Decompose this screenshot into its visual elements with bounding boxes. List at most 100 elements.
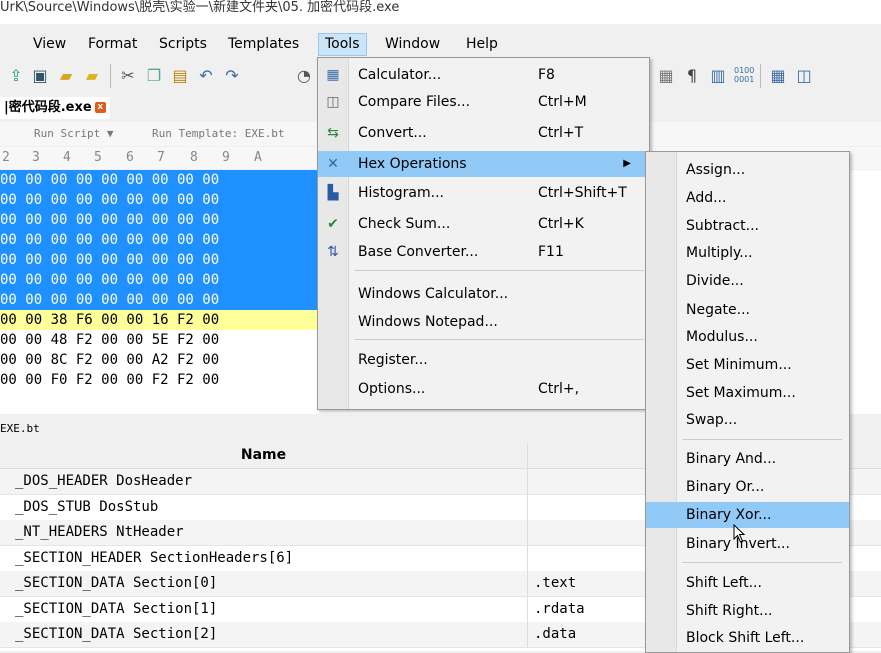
hex-column-label: 9: [222, 150, 230, 165]
menu-item-label: Add...: [686, 190, 727, 206]
hex-operation-item[interactable]: Swap...: [646, 407, 849, 433]
save-icon[interactable]: ▣: [30, 66, 50, 86]
name-column-header[interactable]: Name: [0, 443, 528, 468]
menu-item-label: Divide...: [686, 273, 744, 289]
tools-menu-item[interactable]: ▦ Calculator... F8: [318, 62, 649, 88]
base-converter-icon: ⇅: [327, 244, 339, 260]
calculator-icon[interactable]: ▦: [768, 66, 788, 86]
tools-menu-item[interactable]: ⇆ Convert... Ctrl+T: [318, 120, 649, 146]
hex-column-label: A: [254, 150, 262, 165]
template-name: EXE.bt: [0, 422, 40, 435]
hex-row[interactable]: 00 00 48 F2 00 00 5E F2 00: [0, 330, 330, 350]
compare-icon: ◫: [326, 94, 340, 110]
open-folder-icon[interactable]: ▰: [56, 66, 76, 86]
menu-item-label: Subtract...: [686, 218, 760, 234]
hex-operation-item[interactable]: Multiply...: [646, 240, 849, 266]
hex-column-label: 2: [2, 150, 10, 165]
hex-operation-item[interactable]: Divide...: [646, 268, 849, 294]
hex-row[interactable]: 00 00 00 00 00 00 00 00 00: [0, 250, 330, 270]
tools-menu-item[interactable]: ▙ Histogram... Ctrl+Shift+T: [318, 180, 649, 206]
hex-operation-item[interactable]: Shift Left...: [646, 570, 849, 596]
find-icon[interactable]: ◔: [294, 66, 314, 86]
cut-icon[interactable]: ✂: [118, 66, 138, 86]
hex-operation-item[interactable]: Set Maximum...: [646, 380, 849, 406]
menu-item-shortcut: Ctrl+K: [538, 216, 584, 232]
hex-operation-item[interactable]: Binary Invert...: [646, 531, 849, 557]
compare-icon[interactable]: ◫: [794, 66, 814, 86]
toolbar-separator: [760, 64, 761, 88]
menu-templates[interactable]: Templates: [222, 34, 305, 55]
window-title: UrK\Source\Windows\脱壳\实验一\新建文件夹\05. 加密代码…: [0, 0, 400, 15]
hex-row[interactable]: 00 00 00 00 00 00 00 00 00: [0, 230, 330, 250]
menu-help[interactable]: Help: [460, 34, 504, 55]
hex-row[interactable]: 00 00 00 00 00 00 00 00 00: [0, 270, 330, 290]
calculator-icon: ▦: [326, 67, 340, 83]
hex-operation-item[interactable]: Binary Or...: [646, 474, 849, 500]
hex-row[interactable]: 00 00 00 00 00 00 00 00 00: [0, 170, 330, 190]
close-icon[interactable]: x: [94, 102, 106, 113]
row-name: _DOS_STUB DosStub: [15, 498, 159, 515]
hex-operation-item[interactable]: Set Minimum...: [646, 352, 849, 378]
hex-row[interactable]: 00 00 8C F2 00 00 A2 F2 00: [0, 350, 330, 370]
hex-operation-item[interactable]: Subtract...: [646, 213, 849, 239]
menu-format[interactable]: Format: [82, 34, 143, 55]
hex-operation-item[interactable]: Assign...: [646, 157, 849, 183]
menu-separator: [354, 270, 644, 271]
menu-separator: [682, 439, 842, 440]
menu-view[interactable]: View: [27, 34, 72, 55]
run-template-button[interactable]: Run Template: EXE.bt: [152, 127, 284, 140]
hex-operation-item[interactable]: Block Shift Left...: [646, 625, 849, 651]
menu-item-shortcut: Ctrl+Shift+T: [538, 185, 627, 201]
tools-menu-item[interactable]: Windows Calculator...: [318, 281, 649, 307]
tools-menu-item[interactable]: Options... Ctrl+,: [318, 376, 649, 402]
menu-item-label: Shift Right...: [686, 603, 773, 619]
hex-operation-item[interactable]: Binary Xor...: [646, 502, 849, 528]
menu-item-label: Options...: [358, 381, 426, 397]
hex-row[interactable]: 00 00 F0 F2 00 00 F2 F2 00: [0, 370, 330, 390]
hex-operation-item[interactable]: Binary And...: [646, 446, 849, 472]
tools-menu-item[interactable]: ⇅ Base Converter... F11: [318, 239, 649, 265]
menu-scripts[interactable]: Scripts: [153, 34, 213, 55]
menu-item-label: Compare Files...: [358, 94, 471, 110]
columns-icon[interactable]: ▥: [708, 66, 728, 86]
tools-menu-item[interactable]: Register...: [318, 347, 649, 373]
menu-item-label: Convert...: [358, 125, 427, 141]
hex-operation-item[interactable]: Add...: [646, 185, 849, 211]
menu-item-label: Calculator...: [358, 67, 442, 83]
tools-menu-item[interactable]: ✔ Check Sum... Ctrl+K: [318, 211, 649, 237]
undo-icon[interactable]: ↶: [196, 66, 216, 86]
menu-item-label: Check Sum...: [358, 216, 451, 232]
tools-menu-item[interactable]: ◫ Compare Files... Ctrl+M: [318, 89, 649, 115]
hex-column-label: 7: [157, 150, 165, 165]
hex-column-label: 8: [190, 150, 198, 165]
menu-item-label: Assign...: [686, 162, 746, 178]
hex-operation-item[interactable]: Modulus...: [646, 324, 849, 350]
menu-item-shortcut: F8: [538, 67, 555, 83]
hex-column-label: 6: [126, 150, 134, 165]
hex-row[interactable]: 00 00 38 F6 00 00 16 F2 00: [0, 310, 330, 330]
format-icon[interactable]: ▦: [656, 66, 676, 86]
hex-operation-item[interactable]: Shift Right...: [646, 598, 849, 624]
hex-operation-item[interactable]: Negate...: [646, 297, 849, 323]
menu-tools[interactable]: Tools: [318, 33, 367, 56]
hex-row[interactable]: 00 00 00 00 00 00 00 00 00: [0, 190, 330, 210]
hex-column-label: 4: [63, 150, 71, 165]
file-tab[interactable]: |密代码段.exe x: [0, 97, 110, 119]
menu-window[interactable]: Window: [379, 34, 446, 55]
folder-icon[interactable]: ▰: [82, 66, 102, 86]
hex-row[interactable]: 00 00 00 00 00 00 00 00 00: [0, 210, 330, 230]
pilcrow-icon[interactable]: ¶: [682, 66, 702, 86]
open-icon[interactable]: ⇪: [6, 66, 26, 86]
redo-icon[interactable]: ↷: [222, 66, 242, 86]
menu-item-label: Multiply...: [686, 245, 753, 261]
binary-icon[interactable]: 0100 0001: [734, 66, 754, 86]
tools-menu-item[interactable]: ✕ Hex Operations ▶: [318, 151, 649, 177]
menu-item-label: Modulus...: [686, 329, 758, 345]
copy-icon[interactable]: ❐: [144, 66, 164, 86]
column-divider: [527, 545, 528, 571]
paste-icon[interactable]: ▤: [170, 66, 190, 86]
hex-row[interactable]: 00 00 00 00 00 00 00 00 00: [0, 290, 330, 310]
row-name: _DOS_HEADER DosHeader: [15, 473, 193, 489]
tools-menu-item[interactable]: Windows Notepad...: [318, 309, 649, 335]
run-script-button[interactable]: Run Script ▼: [34, 127, 113, 140]
